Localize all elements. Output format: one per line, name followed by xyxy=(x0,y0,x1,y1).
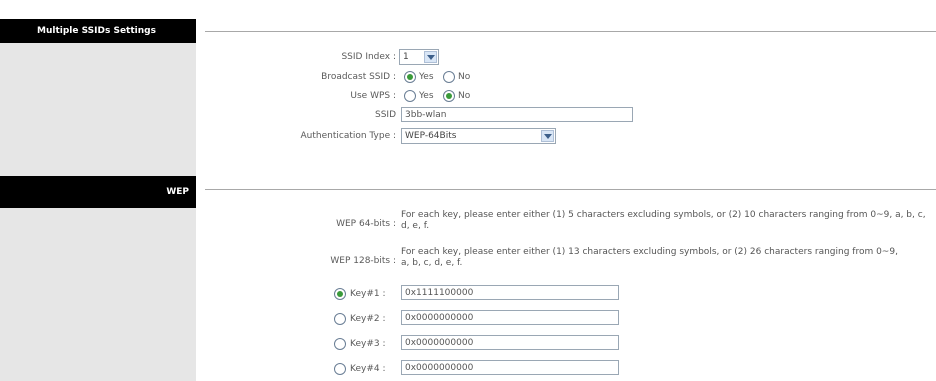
broadcast-yes-radio[interactable] xyxy=(404,71,416,83)
key2-label: Key#2 : xyxy=(350,314,386,324)
wep-section-divider xyxy=(205,189,936,190)
wep128-label: WEP 128-bits : xyxy=(330,256,396,266)
key2-radio[interactable] xyxy=(334,313,346,325)
wep64-description: For each key, please enter either (1) 5 … xyxy=(401,210,926,231)
ssid-index-label: SSID Index : xyxy=(341,52,396,62)
broadcast-ssid-label: Broadcast SSID : xyxy=(321,72,396,82)
wep128-description: For each key, please enter either (1) 13… xyxy=(401,247,898,268)
broadcast-yes-label: Yes xyxy=(419,72,434,82)
wps-yes-label: Yes xyxy=(419,91,434,101)
chevron-down-icon xyxy=(424,51,437,63)
wps-yes-radio[interactable] xyxy=(404,90,416,102)
ssid-index-value: 1 xyxy=(403,52,409,62)
wep-section-title: WEP xyxy=(166,187,189,197)
ssid-section-title: Multiple SSIDs Settings xyxy=(37,26,156,36)
ssid-section-header: Multiple SSIDs Settings xyxy=(0,19,196,43)
key1-label: Key#1 : xyxy=(350,289,386,299)
ssid-section-sidebar xyxy=(0,43,196,176)
ssid-index-select[interactable]: 1 xyxy=(399,49,439,65)
ssid-label: SSID xyxy=(374,110,396,120)
wps-no-radio[interactable] xyxy=(443,90,455,102)
wps-no-label: No xyxy=(458,91,471,101)
key4-label: Key#4 : xyxy=(350,364,386,374)
ssid-section-divider xyxy=(205,31,936,32)
key4-radio[interactable] xyxy=(334,363,346,375)
auth-type-value: WEP-64Bits xyxy=(405,131,457,141)
key1-input[interactable] xyxy=(401,285,619,300)
auth-type-select[interactable]: WEP-64Bits xyxy=(401,128,556,144)
chevron-down-icon xyxy=(541,130,554,142)
ssid-input[interactable] xyxy=(401,107,633,122)
auth-type-label: Authentication Type : xyxy=(300,131,397,141)
key3-input[interactable] xyxy=(401,335,619,350)
wep-section-header: WEP xyxy=(0,176,196,208)
key4-input[interactable] xyxy=(401,360,619,375)
key2-input[interactable] xyxy=(401,310,619,325)
key1-radio[interactable] xyxy=(334,288,346,300)
wep-section-sidebar xyxy=(0,208,196,381)
key3-radio[interactable] xyxy=(334,338,346,350)
use-wps-label: Use WPS : xyxy=(350,91,396,101)
broadcast-no-label: No xyxy=(458,72,471,82)
broadcast-no-radio[interactable] xyxy=(443,71,455,83)
wep64-label: WEP 64-bits : xyxy=(336,219,396,229)
key3-label: Key#3 : xyxy=(350,339,386,349)
